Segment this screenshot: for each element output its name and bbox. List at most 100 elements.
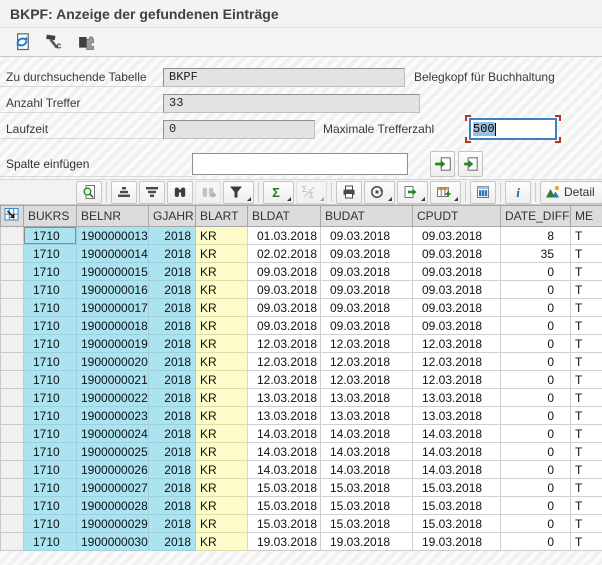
cell-bldat[interactable]: 12.03.2018 — [248, 353, 321, 371]
cell-gjahr[interactable]: 2018 — [149, 353, 196, 371]
cell-gjahr[interactable]: 2018 — [149, 461, 196, 479]
cell-cpudt[interactable]: 14.03.2018 — [413, 461, 501, 479]
cell-gjahr[interactable]: 2018 — [149, 425, 196, 443]
cell-bukrs[interactable]: 1710 — [24, 497, 77, 515]
cell-date_diff[interactable]: 0 — [501, 353, 571, 371]
cell-bldat[interactable]: 14.03.2018 — [248, 461, 321, 479]
row-select-cell[interactable] — [1, 335, 24, 353]
cell-bldat[interactable]: 13.03.2018 — [248, 407, 321, 425]
cell-blart[interactable]: KR — [196, 245, 248, 263]
filter-icon[interactable] — [223, 181, 254, 204]
row-select-cell[interactable] — [1, 245, 24, 263]
cell-cpudt[interactable]: 13.03.2018 — [413, 407, 501, 425]
row-select-cell[interactable] — [1, 425, 24, 443]
print-icon[interactable] — [336, 181, 362, 204]
col-header-cpudt[interactable]: CPUDT — [413, 206, 501, 227]
cell-bldat[interactable]: 12.03.2018 — [248, 335, 321, 353]
col-header-bukrs[interactable]: BUKRS — [24, 206, 77, 227]
cell-budat[interactable]: 12.03.2018 — [321, 335, 413, 353]
cell-me[interactable]: T — [571, 317, 602, 335]
info-icon[interactable]: i — [505, 181, 531, 204]
cell-belnr[interactable]: 1900000028 — [77, 497, 149, 515]
cell-budat[interactable]: 15.03.2018 — [321, 479, 413, 497]
cell-cpudt[interactable]: 09.03.2018 — [413, 299, 501, 317]
cell-cpudt[interactable]: 15.03.2018 — [413, 515, 501, 533]
insert-column-icon[interactable] — [430, 151, 455, 177]
sort-ascending-icon[interactable] — [111, 181, 137, 204]
cell-blart[interactable]: KR — [196, 317, 248, 335]
cell-belnr[interactable]: 1900000022 — [77, 389, 149, 407]
cell-bukrs[interactable]: 1710 — [24, 317, 77, 335]
cell-me[interactable]: T — [571, 497, 602, 515]
cell-bldat[interactable]: 14.03.2018 — [248, 425, 321, 443]
runtime-field[interactable]: 0 — [163, 120, 315, 139]
subtotal-icon[interactable]: Σ Σ — [296, 181, 327, 204]
row-select-cell[interactable] — [1, 515, 24, 533]
cell-budat[interactable]: 13.03.2018 — [321, 389, 413, 407]
cell-bldat[interactable]: 02.02.2018 — [248, 245, 321, 263]
cell-blart[interactable]: KR — [196, 299, 248, 317]
row-select-cell[interactable] — [1, 407, 24, 425]
cell-bukrs[interactable]: 1710 — [24, 479, 77, 497]
find-next-icon[interactable] — [195, 181, 221, 204]
cell-gjahr[interactable]: 2018 — [149, 263, 196, 281]
cell-budat[interactable]: 09.03.2018 — [321, 317, 413, 335]
export-icon[interactable] — [397, 181, 428, 204]
sort-descending-icon[interactable] — [139, 181, 165, 204]
cell-bukrs[interactable]: 1710 — [24, 245, 77, 263]
cell-budat[interactable]: 09.03.2018 — [321, 227, 413, 245]
cell-cpudt[interactable]: 14.03.2018 — [413, 443, 501, 461]
cell-blart[interactable]: KR — [196, 335, 248, 353]
row-select-cell[interactable] — [1, 479, 24, 497]
cell-gjahr[interactable]: 2018 — [149, 407, 196, 425]
cell-date_diff[interactable]: 0 — [501, 263, 571, 281]
cell-gjahr[interactable]: 2018 — [149, 389, 196, 407]
row-select-cell[interactable] — [1, 263, 24, 281]
cell-me[interactable]: T — [571, 425, 602, 443]
cell-bldat[interactable]: 13.03.2018 — [248, 389, 321, 407]
sum-icon[interactable]: Σ — [263, 181, 294, 204]
insert-column-input[interactable] — [192, 153, 408, 175]
cell-me[interactable]: T — [571, 533, 602, 551]
cell-cpudt[interactable]: 09.03.2018 — [413, 227, 501, 245]
cell-date_diff[interactable]: 0 — [501, 515, 571, 533]
cell-me[interactable]: T — [571, 281, 602, 299]
cell-blart[interactable]: KR — [196, 443, 248, 461]
detail-button[interactable]: Detail — [540, 181, 602, 204]
cell-date_diff[interactable]: 0 — [501, 443, 571, 461]
cell-date_diff[interactable]: 0 — [501, 335, 571, 353]
cell-belnr[interactable]: 1900000030 — [77, 533, 149, 551]
cell-me[interactable]: T — [571, 371, 602, 389]
cell-blart[interactable]: KR — [196, 353, 248, 371]
find-icon[interactable] — [167, 181, 193, 204]
details-icon[interactable] — [76, 181, 102, 204]
cell-date_diff[interactable]: 0 — [501, 317, 571, 335]
cell-bldat[interactable]: 14.03.2018 — [248, 443, 321, 461]
cell-bldat[interactable]: 01.03.2018 — [248, 227, 321, 245]
cell-date_diff[interactable]: 0 — [501, 479, 571, 497]
cell-cpudt[interactable]: 13.03.2018 — [413, 389, 501, 407]
cell-blart[interactable]: KR — [196, 479, 248, 497]
cell-date_diff[interactable]: 0 — [501, 281, 571, 299]
cell-gjahr[interactable]: 2018 — [149, 443, 196, 461]
cell-me[interactable]: T — [571, 335, 602, 353]
cell-blart[interactable]: KR — [196, 371, 248, 389]
cell-me[interactable]: T — [571, 461, 602, 479]
row-select-cell[interactable] — [1, 317, 24, 335]
cell-belnr[interactable]: 1900000029 — [77, 515, 149, 533]
cell-date_diff[interactable]: 8 — [501, 227, 571, 245]
cell-bukrs[interactable]: 1710 — [24, 263, 77, 281]
cell-date_diff[interactable]: 0 — [501, 533, 571, 551]
cell-cpudt[interactable]: 09.03.2018 — [413, 245, 501, 263]
cell-gjahr[interactable]: 2018 — [149, 479, 196, 497]
spreadsheet-icon[interactable] — [470, 181, 496, 204]
cell-budat[interactable]: 15.03.2018 — [321, 497, 413, 515]
cell-bukrs[interactable]: 1710 — [24, 281, 77, 299]
cell-bukrs[interactable]: 1710 — [24, 335, 77, 353]
cell-cpudt[interactable]: 09.03.2018 — [413, 263, 501, 281]
cell-blart[interactable]: KR — [196, 425, 248, 443]
row-select-cell[interactable] — [1, 353, 24, 371]
cell-me[interactable]: T — [571, 227, 602, 245]
grid-corner-cell[interactable] — [1, 206, 24, 227]
cell-bldat[interactable]: 15.03.2018 — [248, 479, 321, 497]
